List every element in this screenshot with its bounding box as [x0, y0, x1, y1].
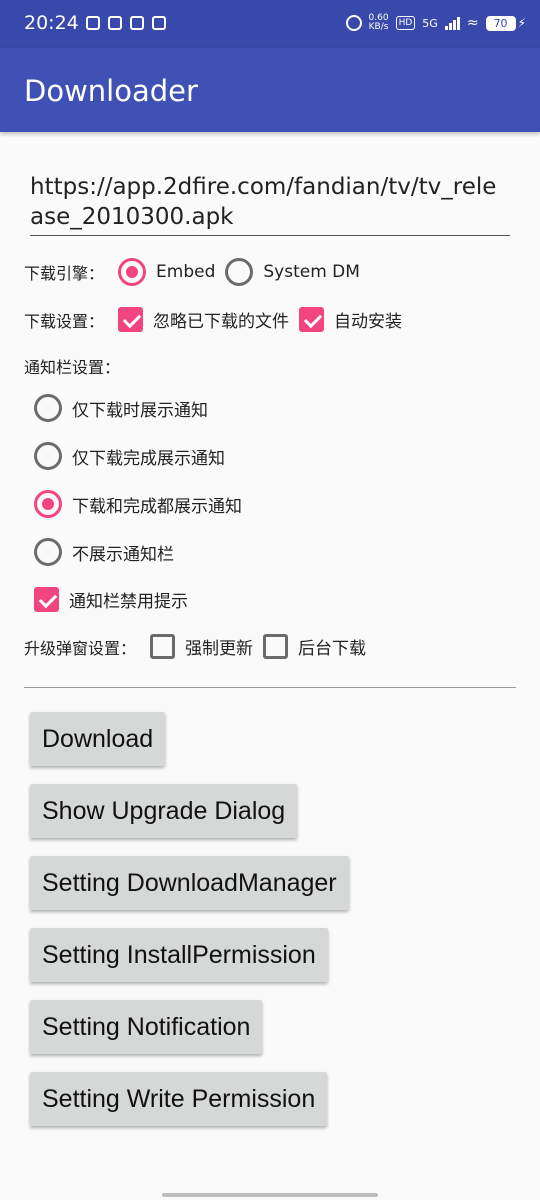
- force-update-option[interactable]: 强制更新: [150, 634, 253, 659]
- usb-icon: [108, 16, 122, 30]
- notify-while-downloading-option[interactable]: 仅下载时展示通知: [34, 394, 208, 422]
- upgrade-dialog-settings-label: 升级弹窗设置：: [24, 638, 137, 658]
- background-download-label: 后台下载: [298, 639, 367, 659]
- embed-label: Embed: [156, 262, 216, 282]
- setting-write-permission-button[interactable]: Setting Write Permission: [30, 1072, 328, 1126]
- system-dm-radio[interactable]: [225, 258, 254, 286]
- wifi-icon: ≈: [466, 15, 479, 31]
- network-type: 5G: [422, 16, 438, 30]
- engine-system-dm-option[interactable]: System DM: [225, 258, 360, 286]
- engine-label: 下载引擎：: [24, 264, 105, 283]
- notify-on-complete-radio[interactable]: [34, 442, 62, 470]
- disable-hint-checkbox[interactable]: [34, 587, 59, 612]
- status-time: 20:24: [24, 12, 79, 34]
- setting-install-permission-button[interactable]: Setting InstallPermission: [30, 928, 328, 982]
- notification-settings-row: 通知栏设置：: [24, 354, 134, 378]
- app-bar: Downloader: [0, 48, 540, 132]
- home-indicator[interactable]: [162, 1193, 378, 1197]
- disable-hint-option[interactable]: 通知栏禁用提示: [34, 587, 188, 612]
- notify-both-option[interactable]: 下载和完成都展示通知: [34, 490, 242, 518]
- notification-settings-label: 通知栏设置：: [24, 358, 121, 377]
- status-bar: 20:24 0.60 KB/s HD 5G ≈ 70 ⚡: [0, 0, 540, 48]
- app-notification-icon: [86, 16, 100, 30]
- signal-icon: [444, 16, 460, 30]
- system-dm-label: System DM: [263, 262, 360, 282]
- force-update-checkbox[interactable]: [150, 634, 176, 659]
- notification-icons: [86, 16, 166, 30]
- embed-radio[interactable]: [118, 258, 147, 286]
- background-download-option[interactable]: 后台下载: [263, 634, 366, 659]
- app-title: Downloader: [24, 74, 198, 108]
- download-settings-label: 下载设置：: [24, 311, 105, 331]
- upgrade-dialog-settings-row: 升级弹窗设置： 强制更新 后台下载: [24, 634, 376, 659]
- engine-embed-option[interactable]: Embed: [118, 258, 215, 286]
- notify-on-complete-option[interactable]: 仅下载完成展示通知: [34, 442, 225, 470]
- no-notification-radio[interactable]: [34, 538, 62, 566]
- hd-icon: HD: [395, 16, 416, 30]
- url-input[interactable]: https://app.2dfire.com/fandian/tv/tv_rel…: [30, 172, 510, 232]
- notify-while-downloading-radio[interactable]: [34, 394, 62, 422]
- show-upgrade-dialog-button[interactable]: Show Upgrade Dialog: [30, 784, 298, 838]
- ignore-downloaded-option[interactable]: 忽略已下载的文件: [118, 307, 289, 332]
- network-speed: 0.60 KB/s: [368, 13, 389, 32]
- setting-notification-button[interactable]: Setting Notification: [30, 1000, 263, 1054]
- browser-icon: [130, 16, 144, 30]
- download-settings-row: 下载设置： 忽略已下载的文件 自动安装: [24, 307, 412, 332]
- ignore-downloaded-label: 忽略已下载的文件: [153, 312, 290, 332]
- auto-install-option[interactable]: 自动安装: [299, 307, 402, 332]
- notify-both-radio[interactable]: [34, 490, 62, 518]
- download-button[interactable]: Download: [30, 712, 166, 766]
- alarm-icon: [345, 15, 362, 31]
- setting-download-manager-button[interactable]: Setting DownloadManager: [30, 856, 349, 910]
- url-input-underline: [30, 235, 510, 236]
- engine-row: 下载引擎： Embed System DM: [24, 258, 370, 286]
- charging-icon: ⚡: [517, 16, 526, 30]
- auto-install-checkbox[interactable]: [299, 307, 325, 332]
- no-notification-option[interactable]: 不展示通知栏: [34, 538, 174, 566]
- battery-icon: 70 ⚡: [485, 15, 526, 31]
- auto-install-label: 自动安装: [334, 312, 403, 332]
- background-download-checkbox[interactable]: [263, 634, 289, 659]
- divider: [24, 687, 516, 688]
- system-icons: 0.60 KB/s HD 5G ≈ 70 ⚡: [345, 13, 526, 32]
- ignore-downloaded-checkbox[interactable]: [118, 307, 144, 332]
- force-update-label: 强制更新: [185, 639, 254, 659]
- app-badge-icon: [152, 16, 166, 30]
